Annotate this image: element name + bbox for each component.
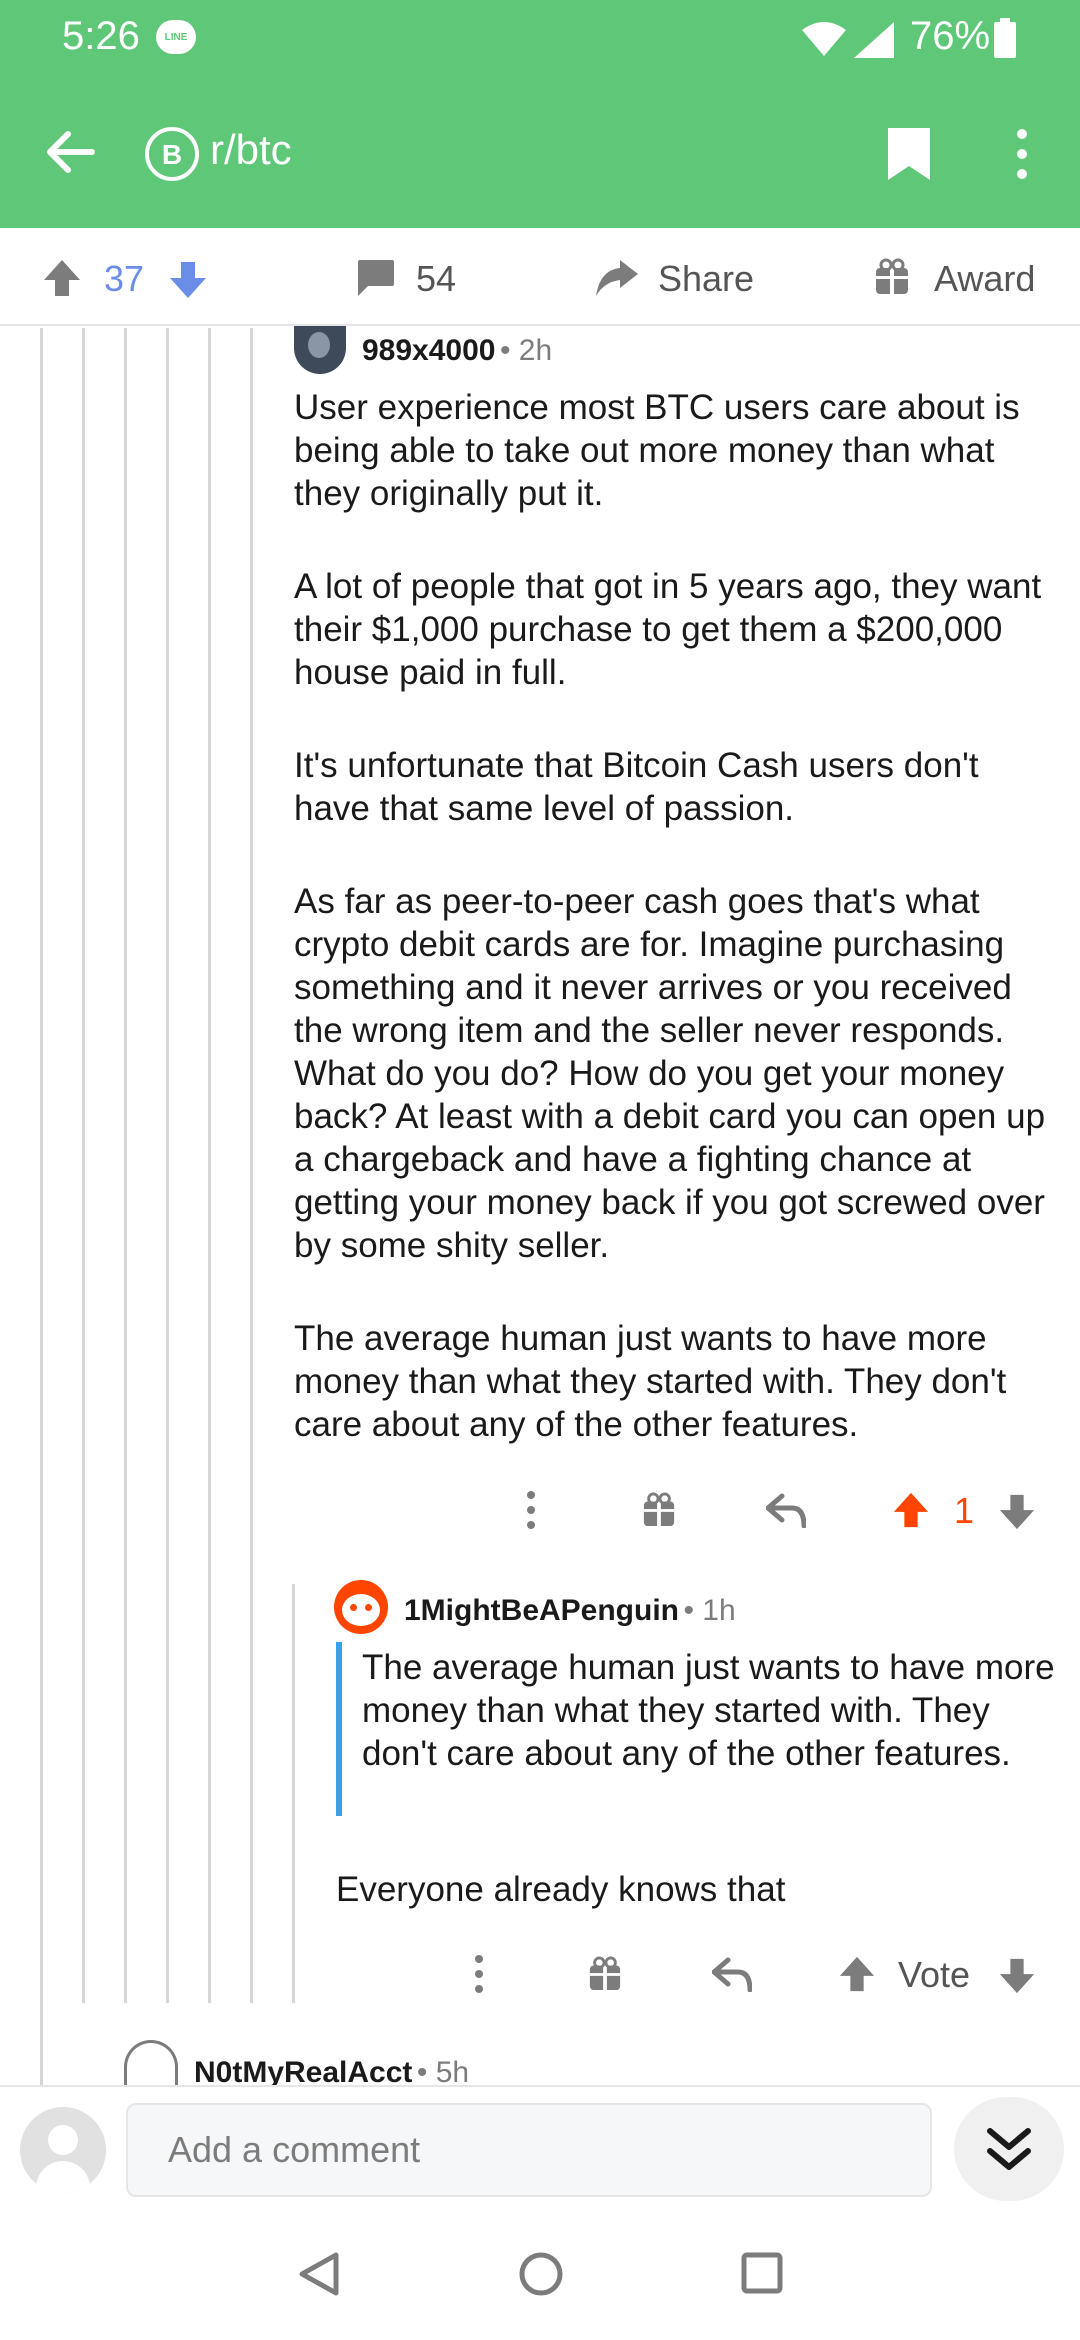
comment-text: Everyone already knows that: [336, 1870, 786, 1909]
comment-paragraph: A lot of people that got in 5 years ago,…: [294, 567, 1042, 692]
more-options-icon[interactable]: [524, 1490, 538, 1530]
quoted-text: The average human just wants to have mor…: [362, 1648, 1055, 1773]
battery-percent: 76%: [910, 14, 991, 58]
system-nav-bar: [0, 2215, 1080, 2340]
status-time: 5:26: [62, 14, 140, 58]
comment-body: User experience most BTC users care abou…: [294, 386, 1064, 1446]
reply-icon[interactable]: [712, 1956, 752, 1992]
subreddit-title[interactable]: r/btc: [210, 126, 292, 174]
thread-line[interactable]: [40, 328, 43, 2085]
vote-label: Vote: [898, 1954, 971, 1995]
comment-username[interactable]: 989x4000: [362, 334, 495, 367]
avatar[interactable]: [334, 1580, 388, 1634]
comment-paragraph: The average human just wants to have mor…: [294, 1319, 1007, 1444]
award-button[interactable]: Award: [934, 258, 1035, 300]
battery-icon: [994, 18, 1016, 58]
back-arrow-icon[interactable]: [44, 126, 96, 178]
add-comment-input[interactable]: Add a comment: [126, 2103, 932, 2197]
post-score: 37: [104, 258, 145, 299]
signal-icon: [854, 22, 894, 58]
avatar[interactable]: [294, 326, 346, 374]
avatar[interactable]: [124, 2040, 178, 2086]
comment-age: 2h: [518, 334, 553, 367]
line-notification-icon: LINE: [156, 20, 196, 54]
upvote-icon[interactable]: [42, 258, 82, 298]
thread-line[interactable]: [250, 328, 253, 2003]
thread-line[interactable]: [82, 328, 85, 2003]
svg-text:B: B: [162, 139, 182, 170]
downvote-icon[interactable]: [998, 1492, 1036, 1532]
comment-header: 1MightBeAPenguin • 1h: [404, 1594, 736, 1627]
share-icon[interactable]: [594, 258, 640, 298]
comment-icon[interactable]: [354, 258, 396, 298]
more-vert-icon[interactable]: [1012, 128, 1032, 180]
downvote-icon[interactable]: [168, 260, 208, 300]
share-button[interactable]: Share: [658, 258, 754, 300]
comment-paragraph: It's unfortunate that Bitcoin Cash users…: [294, 746, 979, 828]
upvote-icon[interactable]: [838, 1954, 876, 1994]
award-gift-icon[interactable]: [588, 1956, 622, 1992]
user-avatar-icon[interactable]: [20, 2107, 106, 2193]
upvote-icon[interactable]: [892, 1490, 930, 1530]
award-gift-icon[interactable]: [874, 258, 910, 296]
nav-home-icon[interactable]: [518, 2251, 564, 2297]
thread-line[interactable]: [292, 1584, 295, 2003]
comment-paragraph: User experience most BTC users care abou…: [294, 388, 1020, 513]
bitcoin-icon[interactable]: B: [144, 126, 200, 182]
collapse-thread-button[interactable]: [954, 2097, 1064, 2201]
quote-bar: [336, 1642, 342, 1816]
thread-line[interactable]: [166, 328, 169, 2003]
reply-icon[interactable]: [766, 1492, 806, 1528]
post-action-bar: 37 54 Share Award: [0, 228, 1080, 326]
award-gift-icon[interactable]: [642, 1492, 676, 1528]
comment-username[interactable]: 1MightBeAPenguin: [404, 1594, 679, 1627]
double-chevron-down-icon: [987, 2128, 1031, 2170]
wifi-icon: [802, 22, 846, 56]
comment-score: 1: [954, 1490, 975, 1531]
comment-bar: Add a comment: [0, 2085, 1080, 2215]
comment-header: 989x4000 • 2h: [362, 334, 553, 367]
comments-count[interactable]: 54: [416, 258, 456, 300]
comment-paragraph: As far as peer-to-peer cash goes that's …: [294, 882, 1046, 1265]
thread-line[interactable]: [208, 328, 211, 2003]
downvote-icon[interactable]: [998, 1956, 1036, 1996]
comment-age: 1h: [702, 1594, 736, 1627]
nav-back-icon[interactable]: [298, 2251, 340, 2297]
app-header: 5:26 LINE 76% B r/btc: [0, 0, 1080, 228]
bookmark-icon[interactable]: [886, 126, 932, 182]
nav-recents-icon[interactable]: [740, 2251, 784, 2295]
thread-line[interactable]: [124, 328, 127, 2003]
more-options-icon[interactable]: [472, 1954, 486, 1994]
